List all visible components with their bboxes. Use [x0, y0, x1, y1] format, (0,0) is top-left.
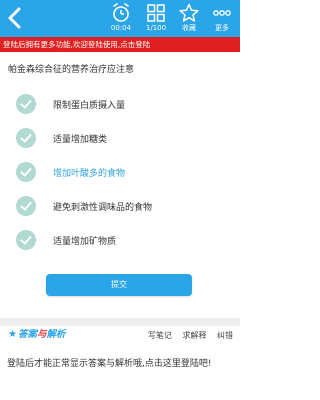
check-circle-icon: [16, 128, 36, 148]
more-button[interactable]: 更多: [205, 2, 239, 36]
favorite-label: 收藏: [182, 24, 196, 32]
write-note-link[interactable]: 写笔记: [148, 331, 172, 340]
progress-button[interactable]: 1/100: [139, 2, 173, 36]
timer-button[interactable]: 00:04: [104, 2, 138, 36]
check-circle-icon: [16, 196, 36, 216]
star-icon: ★: [8, 329, 17, 340]
option-label: 限制蛋白质摄入量: [53, 101, 126, 111]
favorite-button[interactable]: 收藏: [172, 2, 206, 36]
answer-title-part: 解析: [46, 329, 66, 340]
back-button[interactable]: [4, 5, 26, 31]
check-circle-icon: [16, 162, 36, 182]
progress-text: 1/100: [145, 24, 167, 32]
option-item[interactable]: 适量增加糖类: [16, 128, 236, 148]
answer-actions: 写笔记 求解释 纠错: [140, 330, 233, 341]
option-label: 适量增加矿物质: [53, 237, 117, 247]
more-label: 更多: [215, 24, 229, 32]
question-text: 帕金森综合征的营养治疗应注意: [8, 65, 135, 75]
answer-login-prompt[interactable]: 登陆后才能正常显示答案与解析哦,点击这里登陆吧!: [7, 357, 233, 371]
grid-icon: [147, 4, 165, 22]
option-label: 适量增加糖类: [53, 135, 108, 145]
ask-explanation-link[interactable]: 求解释: [182, 331, 206, 340]
check-circle-icon: [16, 94, 36, 114]
option-item[interactable]: 限制蛋白质摄入量: [16, 94, 236, 114]
timer-text: 00:04: [110, 24, 132, 32]
star-outline-icon: [179, 3, 199, 22]
report-error-link[interactable]: 纠错: [217, 331, 233, 340]
answer-title-part: 与: [37, 329, 47, 340]
option-item-selected[interactable]: 增加叶酸多的食物: [16, 162, 236, 182]
option-item[interactable]: 适量增加矿物质: [16, 230, 236, 250]
top-toolbar: 00:04 1/100 收藏 更多: [0, 0, 240, 37]
option-label: 增加叶酸多的食物: [53, 169, 126, 179]
answer-header: ★ 答案与解析 写笔记 求解释 纠错: [0, 326, 240, 344]
login-banner[interactable]: 登陆后拥有更多功能,欢迎登陆使用,点击登陆: [0, 37, 240, 52]
submit-button[interactable]: 提交: [46, 274, 192, 296]
option-item[interactable]: 避免刺激性调味品的食物: [16, 196, 236, 216]
check-circle-icon: [16, 230, 36, 250]
answer-title: 答案与解析: [18, 329, 66, 341]
answer-title-part: 答案: [18, 329, 38, 340]
alarm-clock-icon: [113, 3, 129, 22]
option-label: 避免刺激性调味品的食物: [53, 203, 153, 213]
back-arrow-icon: [8, 7, 21, 29]
more-dots-icon: [213, 10, 231, 16]
section-divider: [0, 318, 240, 326]
